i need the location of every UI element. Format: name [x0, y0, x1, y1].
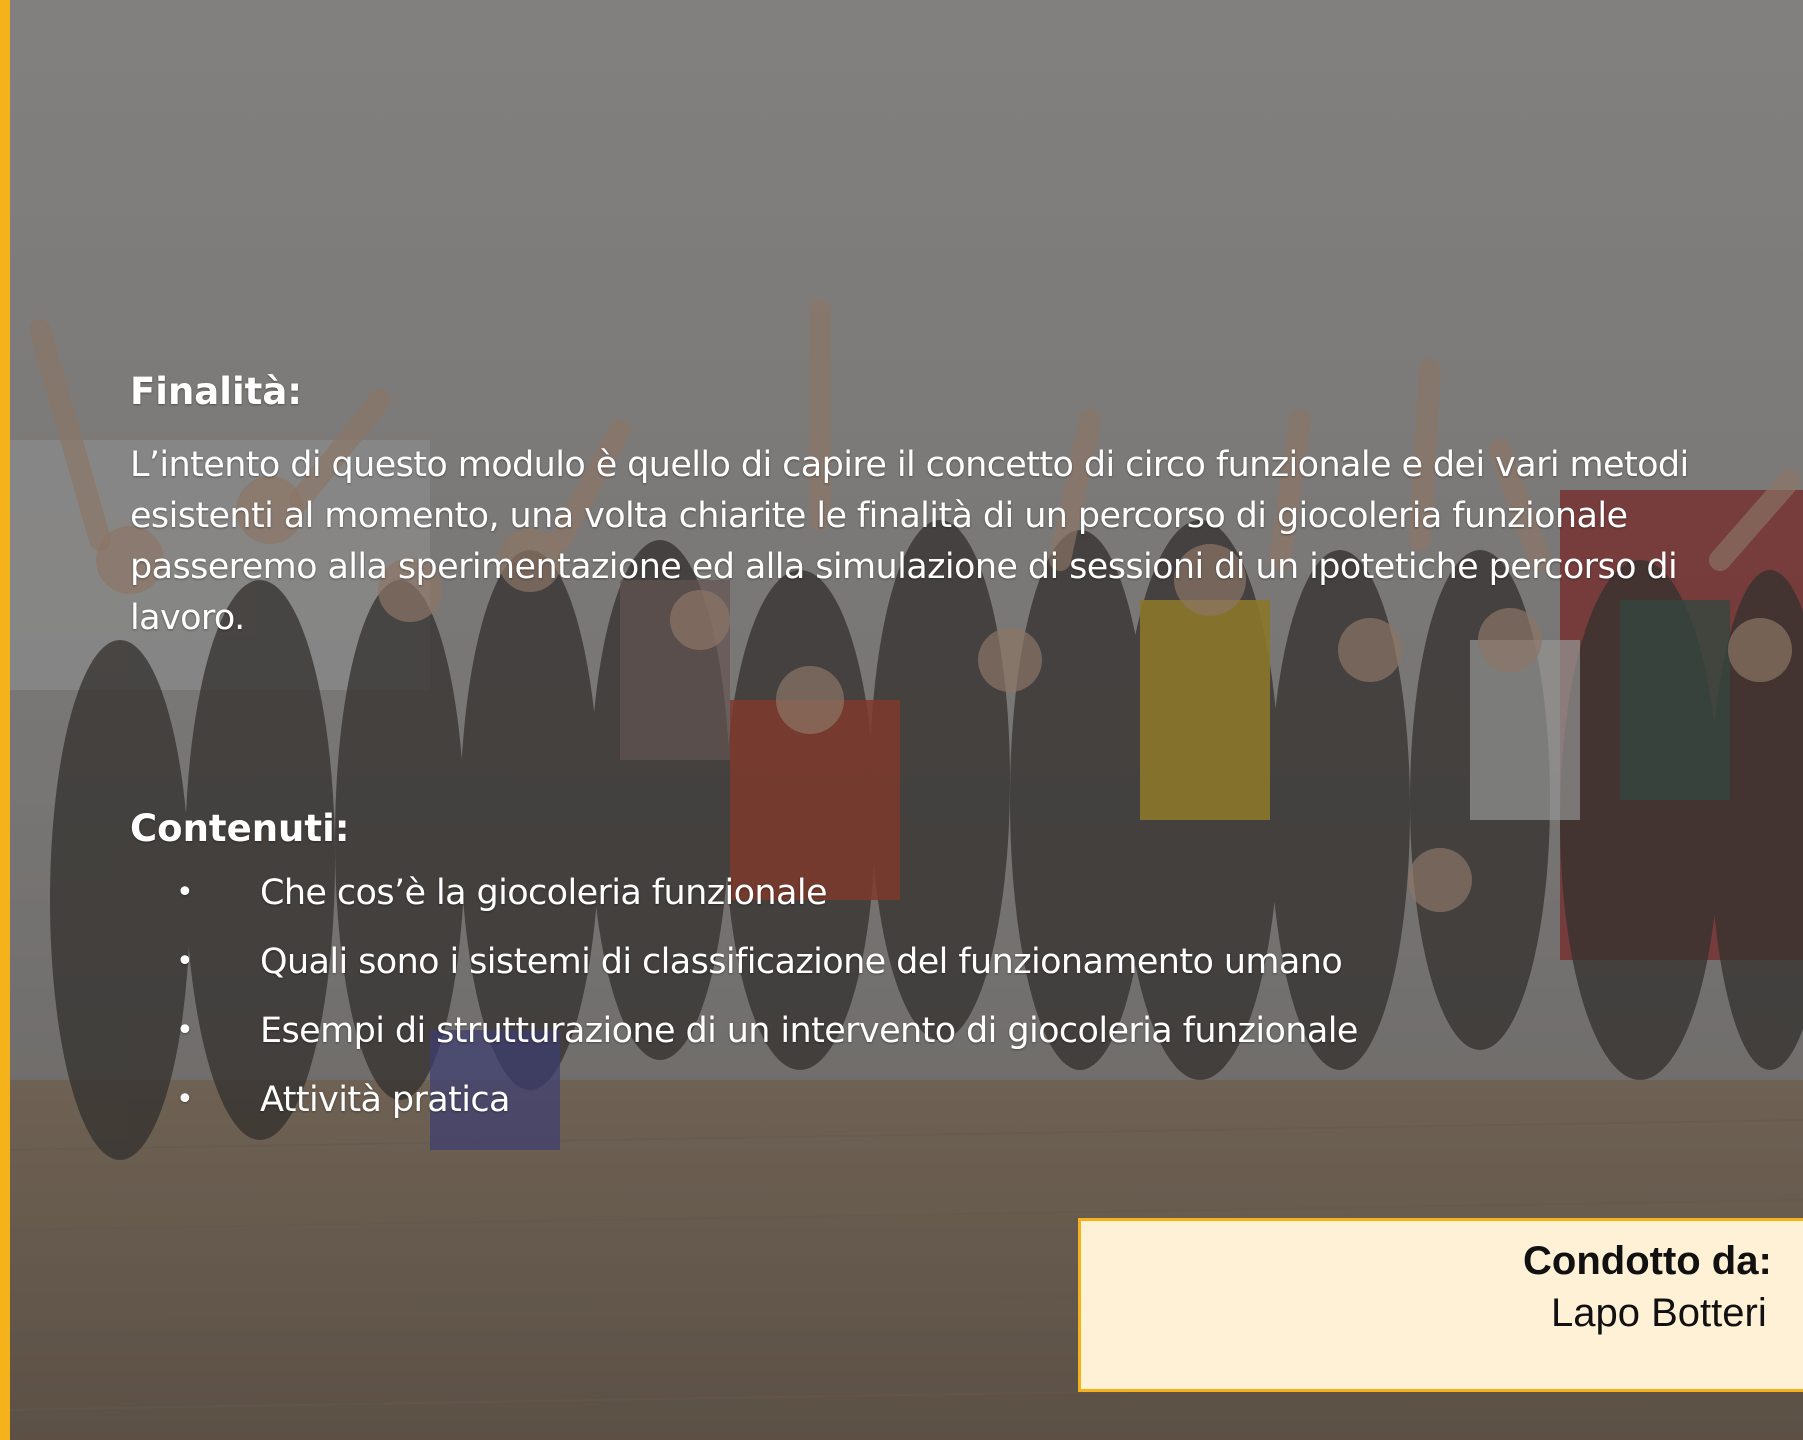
list-item-text: Attività pratica	[260, 1080, 510, 1120]
contents-heading: Contenuti:	[130, 807, 350, 850]
list-item: • Che cos’è la giocoleria funzionale	[130, 871, 1358, 940]
list-item: • Esempi di strutturazione di un interve…	[130, 1009, 1358, 1078]
bullet-icon: •	[176, 1082, 194, 1117]
bullet-icon: •	[176, 875, 194, 910]
list-item-text: Esempi di strutturazione di un intervent…	[260, 1011, 1358, 1051]
contents-section: Contenuti: • Che cos’è la giocoleria fun…	[130, 807, 1358, 1147]
purpose-text: L’intento di questo modulo è quello di c…	[130, 445, 1689, 638]
slide: Finalità: L’intento di questo modulo è q…	[0, 0, 1803, 1440]
list-item-text: Che cos’è la giocoleria funzionale	[260, 873, 828, 913]
bullet-icon: •	[176, 1013, 194, 1048]
purpose-section: Finalità: L’intento di questo modulo è q…	[130, 370, 1690, 644]
accent-bar	[0, 0, 10, 1440]
purpose-heading: Finalità:	[130, 370, 303, 413]
list-item: • Quali sono i sistemi di classificazion…	[130, 940, 1358, 1009]
list-item-text: Quali sono i sistemi di classificazione …	[260, 942, 1343, 982]
bullet-icon: •	[176, 944, 194, 979]
author-box: Condotto da: Lapo Botteri	[1078, 1218, 1803, 1392]
list-item: • Attività pratica	[130, 1078, 1358, 1147]
author-name: Lapo Botteri	[1551, 1291, 1767, 1335]
author-label: Condotto da:	[1523, 1239, 1772, 1283]
contents-list: • Che cos’è la giocoleria funzionale • Q…	[130, 871, 1358, 1147]
